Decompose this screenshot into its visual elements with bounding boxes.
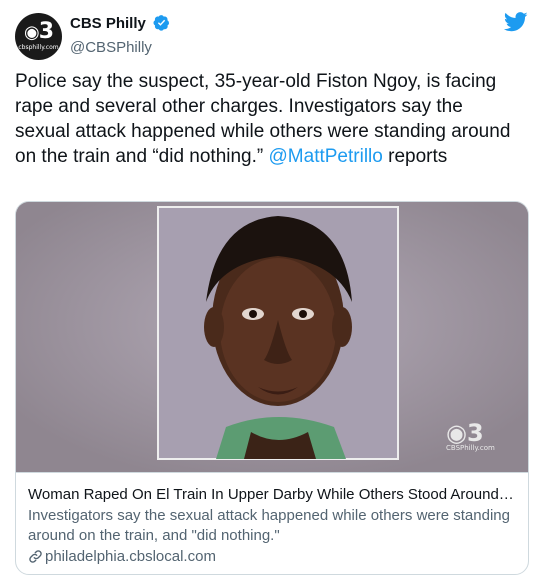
link-card[interactable]: ◉3 CBSPhilly.com Woman Raped On El Train…	[15, 201, 529, 575]
link-icon	[28, 549, 43, 570]
account-names: CBS Philly @CBSPhilly	[70, 14, 170, 56]
avatar-domain-text: cbsphilly.com	[18, 44, 59, 51]
avatar-logo: ◉3	[23, 19, 54, 44]
watermark-text: CBSPhilly.com	[446, 444, 495, 452]
account-handle[interactable]: @CBSPhilly	[70, 39, 170, 56]
display-name[interactable]: CBS Philly	[70, 15, 146, 32]
cbs3-watermark: ◉3 CBSPhilly.com	[446, 419, 495, 452]
card-description: Investigators say the sexual attack happ…	[28, 507, 510, 544]
card-link-text[interactable]: philadelphia.cbslocal.com	[45, 548, 216, 565]
mention-link[interactable]: @MattPetrillo	[269, 146, 383, 167]
tweet-text: Police say the suspect, 35-year-old Fist…	[15, 69, 515, 169]
twitter-bird-icon[interactable]	[503, 12, 528, 37]
avatar[interactable]: ◉3 cbsphilly.com	[15, 13, 62, 60]
card-image[interactable]: ◉3 CBSPhilly.com	[16, 202, 528, 472]
card-link[interactable]: philadelphia.cbslocal.com	[28, 547, 516, 570]
tweet-header: ◉3 cbsphilly.com CBS Philly @CBSPhilly	[15, 10, 528, 60]
verified-badge-icon	[153, 14, 170, 36]
tweet-body-end: reports	[382, 146, 448, 167]
card-body[interactable]: Woman Raped On El Train In Upper Darby W…	[16, 472, 528, 574]
card-title[interactable]: Woman Raped On El Train In Upper Darby W…	[28, 485, 516, 505]
